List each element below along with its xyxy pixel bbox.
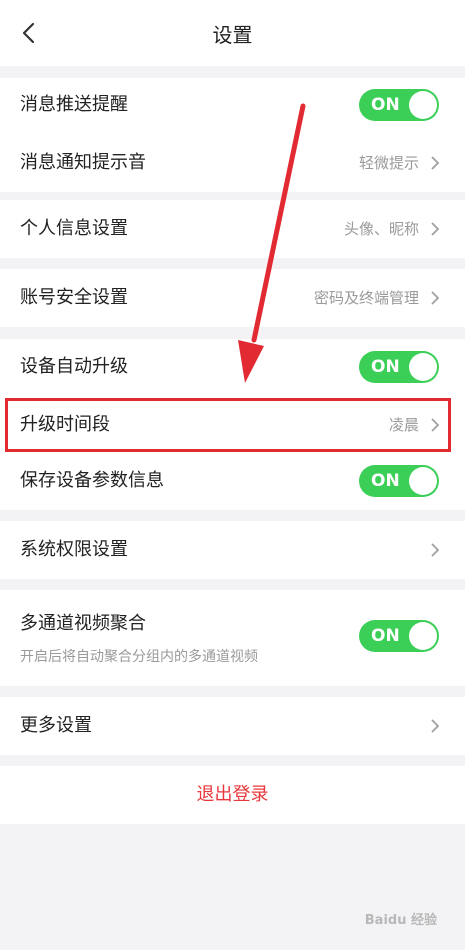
notify-sound-label: 消息通知提示音 bbox=[20, 152, 146, 173]
multichannel-description: 开启后将自动聚合分组内的多通道视频 bbox=[20, 649, 258, 665]
save-params-label: 保存设备参数信息 bbox=[20, 470, 164, 491]
save-params-toggle[interactable]: ON bbox=[359, 465, 439, 497]
multichannel-row: 多通道视频聚合 开启后将自动聚合分组内的多通道视频 ON bbox=[0, 602, 465, 680]
more-settings-label: 更多设置 bbox=[20, 715, 92, 736]
top-bar: 设置 bbox=[0, 0, 465, 66]
permissions-label: 系统权限设置 bbox=[20, 539, 128, 560]
personal-info-group: 个人信息设置 头像、昵称 bbox=[0, 200, 465, 258]
chevron-right-icon bbox=[431, 543, 440, 557]
auto-upgrade-toggle[interactable]: ON bbox=[359, 351, 439, 383]
auto-upgrade-label: 设备自动升级 bbox=[20, 356, 128, 377]
toggle-knob bbox=[409, 467, 437, 495]
annotation-highlight-box bbox=[5, 398, 451, 452]
toggle-on-text: ON bbox=[371, 95, 400, 115]
more-settings-row[interactable]: 更多设置 bbox=[0, 704, 465, 748]
permissions-group: 系统权限设置 bbox=[0, 521, 465, 579]
account-security-value: 密码及终端管理 bbox=[313, 289, 419, 307]
push-reminder-label: 消息推送提醒 bbox=[20, 94, 128, 115]
chevron-right-icon bbox=[431, 719, 440, 733]
account-security-row[interactable]: 账号安全设置 密码及终端管理 bbox=[0, 276, 465, 320]
auto-upgrade-row: 设备自动升级 ON bbox=[0, 345, 465, 389]
personal-info-value: 头像、昵称 bbox=[343, 220, 419, 238]
watermark-logo: Baidu 经验 bbox=[364, 913, 437, 928]
save-params-row: 保存设备参数信息 ON bbox=[0, 459, 465, 503]
page-title: 设置 bbox=[212, 23, 253, 47]
multichannel-group: 多通道视频聚合 开启后将自动聚合分组内的多通道视频 ON bbox=[0, 590, 465, 686]
account-security-label: 账号安全设置 bbox=[20, 287, 128, 308]
chevron-right-icon bbox=[431, 222, 440, 236]
push-reminder-toggle[interactable]: ON bbox=[359, 89, 439, 121]
notification-group: 消息推送提醒 ON 消息通知提示音 轻微提示 bbox=[0, 78, 465, 192]
multichannel-label: 多通道视频聚合 bbox=[20, 613, 146, 634]
chevron-right-icon bbox=[431, 156, 440, 170]
account-security-group: 账号安全设置 密码及终端管理 bbox=[0, 269, 465, 327]
toggle-knob bbox=[409, 353, 437, 381]
push-reminder-row: 消息推送提醒 ON bbox=[0, 83, 465, 127]
logout-group: 退出登录 bbox=[0, 766, 465, 824]
personal-info-row[interactable]: 个人信息设置 头像、昵称 bbox=[0, 207, 465, 251]
more-group: 更多设置 bbox=[0, 697, 465, 755]
toggle-on-text: ON bbox=[371, 626, 400, 646]
notify-sound-value: 轻微提示 bbox=[358, 154, 419, 172]
logout-button[interactable]: 退出登录 bbox=[0, 766, 465, 824]
chevron-right-icon bbox=[431, 291, 440, 305]
toggle-on-text: ON bbox=[371, 357, 400, 377]
notify-sound-row[interactable]: 消息通知提示音 轻微提示 bbox=[0, 141, 465, 185]
permissions-row[interactable]: 系统权限设置 bbox=[0, 528, 465, 572]
toggle-on-text: ON bbox=[371, 471, 400, 491]
multichannel-toggle[interactable]: ON bbox=[359, 620, 439, 652]
personal-info-label: 个人信息设置 bbox=[20, 218, 128, 239]
toggle-knob bbox=[409, 91, 437, 119]
toggle-knob bbox=[409, 622, 437, 650]
